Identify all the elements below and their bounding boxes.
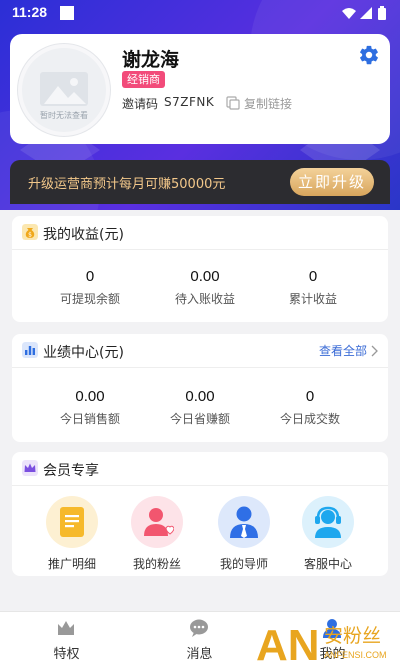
stat-label: 待入账收益 [174,292,235,306]
tab-label: 消息 [186,647,213,662]
image-placeholder-icon [40,72,88,106]
money-bag-icon: $ [22,224,38,240]
member-circle [131,496,183,548]
member-item-label: 我的导师 [219,557,268,571]
upgrade-button[interactable]: 立即升级 [290,168,374,196]
earnings-title: 我的收益(元) [43,227,124,243]
member-circle [302,496,354,548]
headset-icon [315,506,341,538]
upgrade-text: 升级运营商预计每月可赚50000元 [28,177,226,192]
earnings-stat: 0 可提现余额 [30,268,150,307]
stat-label: 可提现余额 [59,292,120,306]
bar-chart-icon [22,342,38,358]
performance-title: 业绩中心(元) [43,345,124,361]
mentor-icon [230,506,258,538]
stat-label: 今日成交数 [279,412,340,426]
performance-stat: 0.00 今日省赚额 [140,388,260,427]
invite-code-value: S7ZFNK [164,95,215,109]
signal-battery-icon [342,6,386,20]
tab-privilege[interactable]: 特权 [0,612,133,666]
member-item-label: 客服中心 [303,557,352,571]
svg-text:$: $ [28,232,32,239]
earnings-header: $ 我的收益(元) [12,216,388,250]
tab-messages[interactable]: 消息 [133,612,266,666]
stat-value: 0 [85,268,95,285]
stat-value: 0 [308,268,318,285]
copy-link-button[interactable]: 复制链接 [226,94,292,112]
stat-value: 0.00 [185,388,215,405]
member-title: 会员专享 [43,463,99,479]
copy-icon [226,96,240,110]
tab-label: 特权 [53,647,80,662]
member-header: 会员专享 [12,452,388,486]
stat-label: 累计收益 [288,292,337,306]
user-name: 谢龙海 [122,49,180,71]
stat-value: 0 [305,388,315,405]
site-watermark: AN 安粉丝 ANFENSI.COM [254,610,400,666]
member-card: 会员专享 推广明细 我的粉丝 我的导师 客服中心 [12,452,388,576]
view-all-label: 查看全部 [318,344,367,358]
gear-icon[interactable] [358,44,380,66]
member-item-label: 我的粉丝 [132,557,181,571]
stat-label: 今日销售额 [59,412,120,426]
member-item-promotion[interactable]: 推广明细 [32,496,112,572]
member-item-mentor[interactable]: 我的导师 [204,496,284,572]
watermark-sub: ANFENSI.COM [324,650,387,660]
chevron-right-icon [371,345,378,356]
invite-code-label: 邀请码 [122,97,159,111]
status-time: 11:28 [12,4,48,20]
avatar[interactable]: 暂时无法查看 [18,44,110,136]
crown-icon [22,460,38,476]
view-all-link[interactable]: 查看全部 [319,342,378,359]
profile-card: 暂时无法查看 谢龙海 经销商 邀请码 S7ZFNK 复制链接 [10,34,390,144]
performance-card: 业绩中心(元) 查看全部 0.00 今日销售额 0.00 今日省赚额 0 今日成… [12,334,388,442]
watermark-text: 安粉丝 [324,625,381,647]
document-icon [60,507,84,537]
avatar-placeholder-text: 暂时无法查看 [40,111,88,120]
member-item-fans[interactable]: 我的粉丝 [117,496,197,572]
stat-value: 0.00 [190,268,220,285]
stat-label: 今日省赚额 [169,412,230,426]
role-badge: 经销商 [122,71,165,88]
member-item-support[interactable]: 客服中心 [288,496,368,572]
member-circle [218,496,270,548]
performance-stat: 0.00 今日销售额 [30,388,150,427]
crown-tab-icon [58,621,74,635]
status-bar: 11:28 [0,0,400,26]
copy-link-label: 复制链接 [244,96,293,111]
upgrade-banner: 升级运营商预计每月可赚50000元 立即升级 [10,160,390,204]
earnings-card: $ 我的收益(元) 0 可提现余额 0.00 待入账收益 0 累计收益 [12,216,388,322]
performance-stat: 0 今日成交数 [250,388,370,427]
chat-bubble-icon [190,619,208,637]
earnings-stat: 0.00 待入账收益 [145,268,265,307]
watermark-brand: AN [256,621,320,666]
notification-icon [60,6,74,20]
performance-header: 业绩中心(元) 查看全部 [12,334,388,368]
member-item-label: 推广明细 [47,557,96,571]
stat-value: 0.00 [75,388,105,405]
fans-icon [144,508,174,536]
member-circle [46,496,98,548]
earnings-stat: 0 累计收益 [253,268,373,307]
